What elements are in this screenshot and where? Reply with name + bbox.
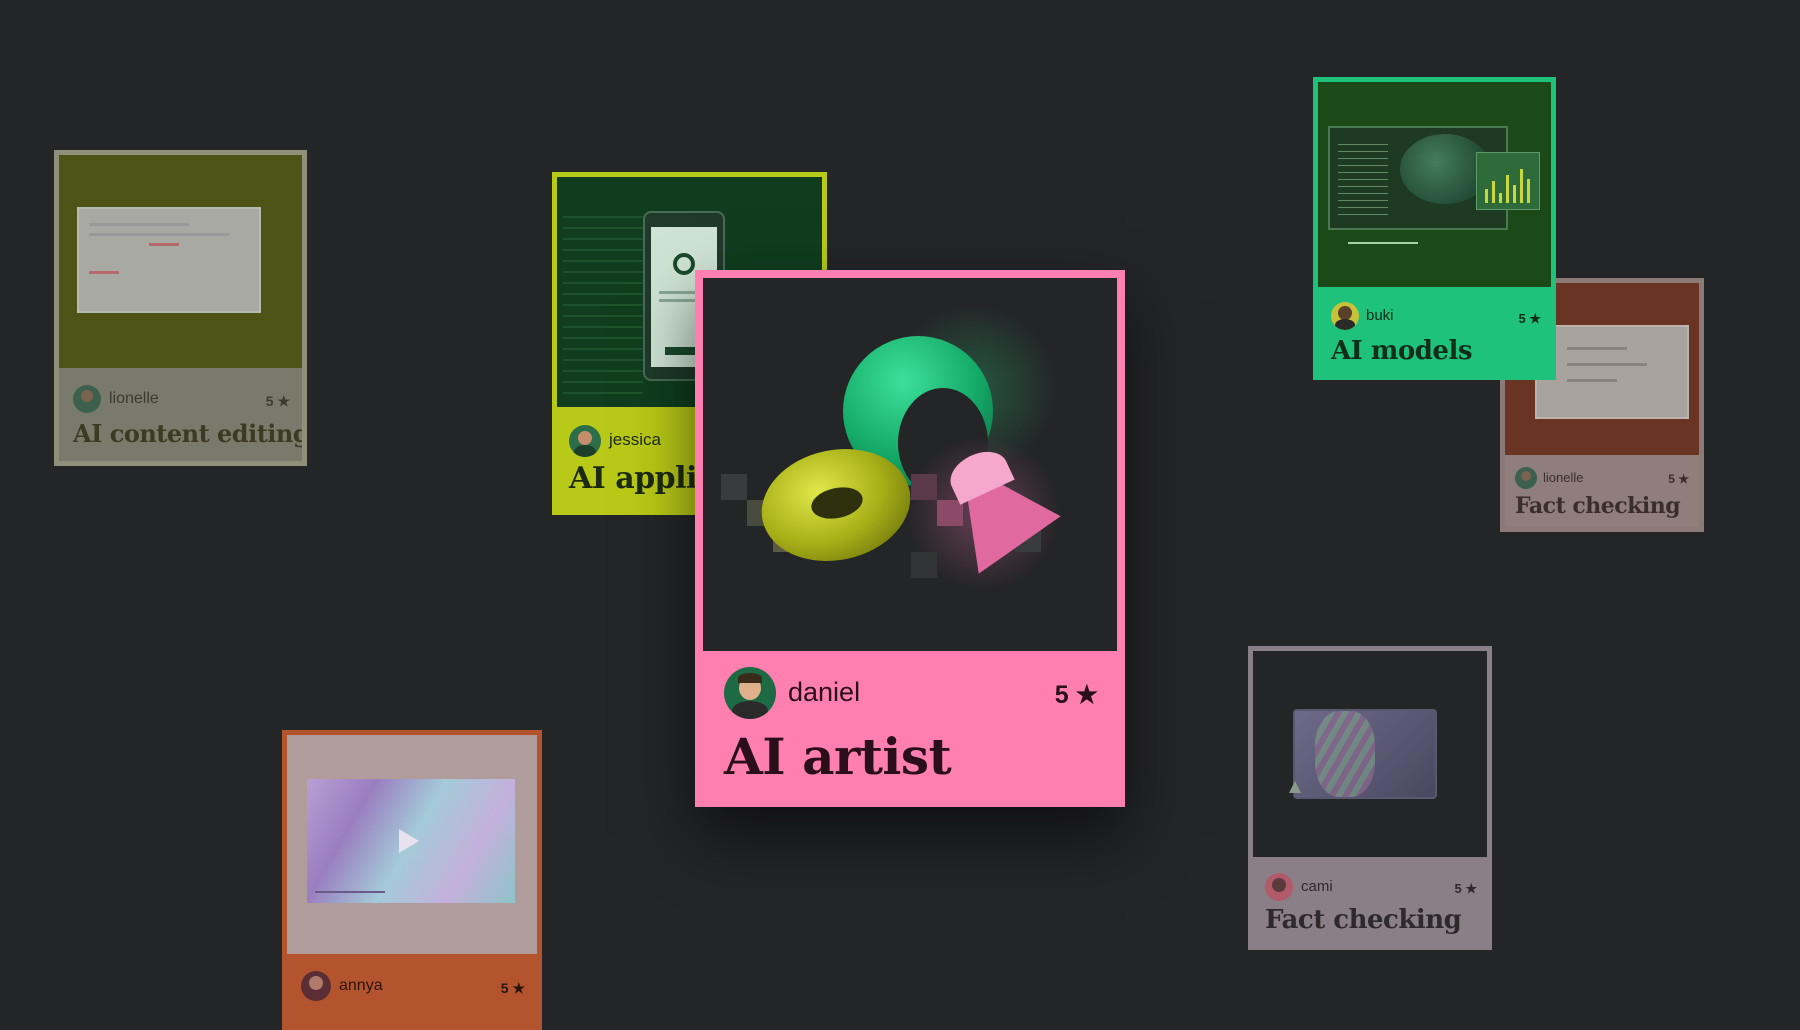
card-preview-image	[287, 735, 537, 954]
card-username: lionelle	[109, 390, 159, 407]
preview-window	[77, 207, 261, 313]
cursor-icon	[1289, 781, 1301, 793]
card-rating: 5 ★	[1454, 881, 1478, 896]
avatar	[1331, 302, 1359, 330]
card-ai-content-editing[interactable]: lionelle 5 ★ AI content editing	[54, 150, 307, 466]
code-lines	[563, 207, 643, 397]
card-rating: 5 ★	[1054, 681, 1098, 709]
video-progress-bar[interactable]	[315, 891, 385, 893]
card-username: daniel	[788, 677, 861, 707]
card-video[interactable]: annya 5 ★	[282, 730, 542, 1030]
avatar	[724, 667, 776, 719]
card-fact-checking-bottom[interactable]: cami 5 ★ Fact checking	[1248, 646, 1492, 950]
play-icon[interactable]	[399, 829, 419, 853]
card-title: Fact checking	[1515, 493, 1681, 519]
card-ai-artist[interactable]: daniel 5 ★ AI artist	[695, 270, 1125, 807]
card-ai-models[interactable]: buki 5 ★ AI models	[1313, 77, 1556, 380]
card-title: AI models	[1331, 336, 1472, 366]
video-player[interactable]	[307, 779, 515, 903]
card-title: AI artist	[724, 727, 952, 786]
card-title: AI applic	[569, 461, 715, 496]
avatar	[1515, 467, 1537, 489]
card-rating: 5 ★	[1518, 311, 1542, 326]
card-username: annya	[339, 977, 383, 994]
card-preview-image	[1318, 82, 1551, 287]
avatar	[301, 971, 331, 1001]
card-rating: 5 ★	[265, 393, 290, 409]
bar-chart-icon	[1476, 152, 1540, 210]
card-preview-image	[703, 278, 1117, 651]
preview-window	[1535, 325, 1689, 419]
card-rating: 5 ★	[1668, 472, 1689, 486]
avatar	[1265, 873, 1293, 901]
card-username: buki	[1366, 307, 1394, 324]
card-username: lionelle	[1543, 470, 1584, 485]
card-preview-image	[59, 155, 302, 368]
avatar	[73, 385, 101, 413]
card-preview-image	[1253, 651, 1487, 857]
card-username: jessica	[609, 430, 661, 449]
card-title: AI content editing	[73, 419, 307, 448]
card-title: Fact checking	[1265, 905, 1462, 935]
card-rating: 5 ★	[500, 980, 525, 996]
app-logo-icon	[673, 253, 695, 275]
preview-window	[1293, 709, 1437, 799]
avatar	[569, 425, 601, 457]
card-username: cami	[1301, 878, 1333, 895]
